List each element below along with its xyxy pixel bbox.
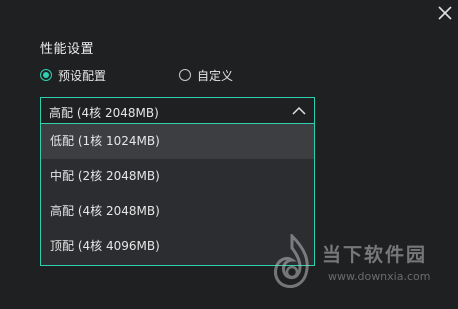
close-icon[interactable] (436, 4, 454, 22)
watermark-url: www.downxia.com (328, 270, 431, 283)
radio-preset[interactable]: 预设配置 (40, 66, 106, 84)
radio-preset-label[interactable]: 预设配置 (58, 67, 106, 84)
section-title: 性能设置 (40, 42, 95, 57)
radio-custom-label[interactable]: 自定义 (197, 67, 233, 84)
radio-checked-dot (43, 72, 49, 78)
radio-custom[interactable]: 自定义 (179, 66, 233, 84)
dropdown-item-mid[interactable]: 中配 (2核 2048MB) (41, 159, 314, 194)
watermark-logo-icon (274, 234, 309, 288)
watermark: 当下软件园 www.downxia.com (270, 234, 450, 294)
radio-custom-indicator[interactable] (179, 69, 191, 81)
config-select[interactable]: 高配 (4核 2048MB) (40, 97, 315, 124)
watermark-title: 当下软件园 (322, 244, 428, 266)
close-button[interactable] (436, 4, 454, 22)
select-value: 高配 (4核 2048MB) (49, 106, 159, 120)
dropdown-item-high[interactable]: 高配 (4核 2048MB) (41, 194, 314, 229)
radio-preset-indicator[interactable] (40, 69, 52, 81)
dropdown-item-low[interactable]: 低配 (1核 1024MB) (41, 124, 314, 159)
chevron-up-icon[interactable] (292, 106, 306, 116)
